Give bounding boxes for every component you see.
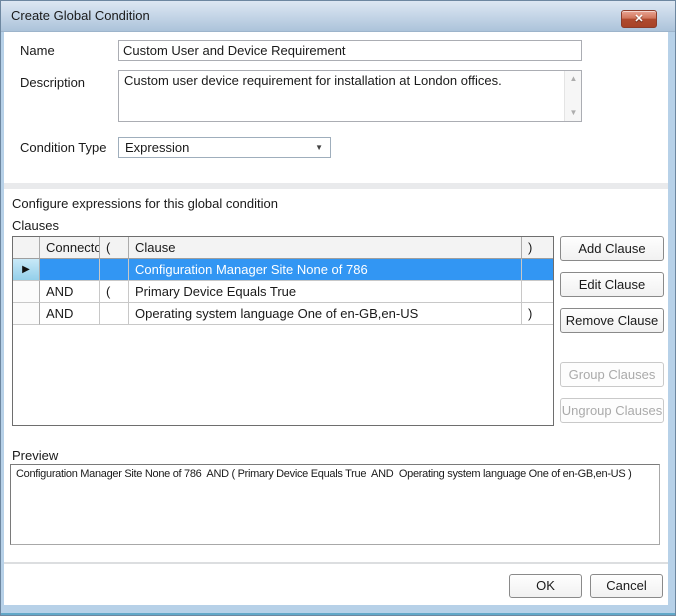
window-frame-accent: [1, 613, 675, 615]
clauses-label: Clauses: [12, 218, 59, 233]
header-connector: Connector: [40, 237, 100, 259]
cell-close-paren: [522, 259, 553, 281]
cell-clause: Primary Device Equals True: [129, 281, 522, 303]
section-divider: [4, 183, 668, 189]
header-close-paren: ): [522, 237, 553, 259]
cell-connector: AND: [40, 281, 100, 303]
cell-clause: Operating system language One of en-GB,e…: [129, 303, 522, 325]
cell-close-paren: ): [522, 303, 553, 325]
cell-open-paren: (: [100, 281, 129, 303]
header-indicator: [13, 237, 40, 259]
table-row[interactable]: ▶ Configuration Manager Site None of 786: [13, 259, 553, 281]
chevron-down-icon: ▼: [315, 138, 323, 157]
preview-box: Configuration Manager Site None of 786 A…: [10, 464, 660, 545]
section-label: Configure expressions for this global co…: [12, 196, 278, 211]
cancel-button[interactable]: Cancel: [590, 574, 663, 598]
close-button[interactable]: ✕: [621, 10, 657, 28]
ungroup-clauses-button: Ungroup Clauses: [560, 398, 664, 423]
cell-close-paren: [522, 281, 553, 303]
condition-type-value: Expression: [125, 140, 189, 155]
description-input[interactable]: Custom user device requirement for insta…: [118, 70, 582, 122]
create-global-condition-dialog: Create Global Condition ✕ Name Descripti…: [0, 0, 676, 616]
footer-divider: [4, 562, 668, 564]
scroll-up-icon[interactable]: ▲: [565, 72, 582, 86]
preview-label: Preview: [12, 448, 58, 463]
condition-type-select[interactable]: Expression ▼: [118, 137, 331, 158]
condition-type-label: Condition Type: [20, 140, 107, 155]
title-bar: Create Global Condition ✕: [1, 1, 675, 32]
cell-connector: [40, 259, 100, 281]
remove-clause-button[interactable]: Remove Clause: [560, 308, 664, 333]
name-label: Name: [20, 43, 55, 58]
edit-clause-button[interactable]: Edit Clause: [560, 272, 664, 297]
description-text: Custom user device requirement for insta…: [124, 73, 502, 88]
table-row[interactable]: AND ( Primary Device Equals True: [13, 281, 553, 303]
cell-open-paren: [100, 259, 129, 281]
close-icon: ✕: [634, 13, 643, 25]
description-label: Description: [20, 75, 85, 90]
ok-button[interactable]: OK: [509, 574, 582, 598]
row-indicator: [13, 281, 40, 303]
description-scrollbar[interactable]: ▲ ▼: [564, 71, 581, 121]
clauses-table-header: Connector ( Clause ): [13, 237, 553, 259]
cell-connector: AND: [40, 303, 100, 325]
table-row[interactable]: AND Operating system language One of en-…: [13, 303, 553, 325]
scroll-down-icon[interactable]: ▼: [565, 106, 582, 120]
header-open-paren: (: [100, 237, 129, 259]
cell-open-paren: [100, 303, 129, 325]
header-clause: Clause: [129, 237, 522, 259]
row-selector-icon: ▶: [13, 259, 40, 281]
row-indicator: [13, 303, 40, 325]
add-clause-button[interactable]: Add Clause: [560, 236, 664, 261]
group-clauses-button: Group Clauses: [560, 362, 664, 387]
cell-clause: Configuration Manager Site None of 786: [129, 259, 522, 281]
clauses-table: Connector ( Clause ) ▶ Configuration Man…: [12, 236, 554, 426]
name-input[interactable]: [118, 40, 582, 61]
dialog-title: Create Global Condition: [11, 1, 150, 31]
